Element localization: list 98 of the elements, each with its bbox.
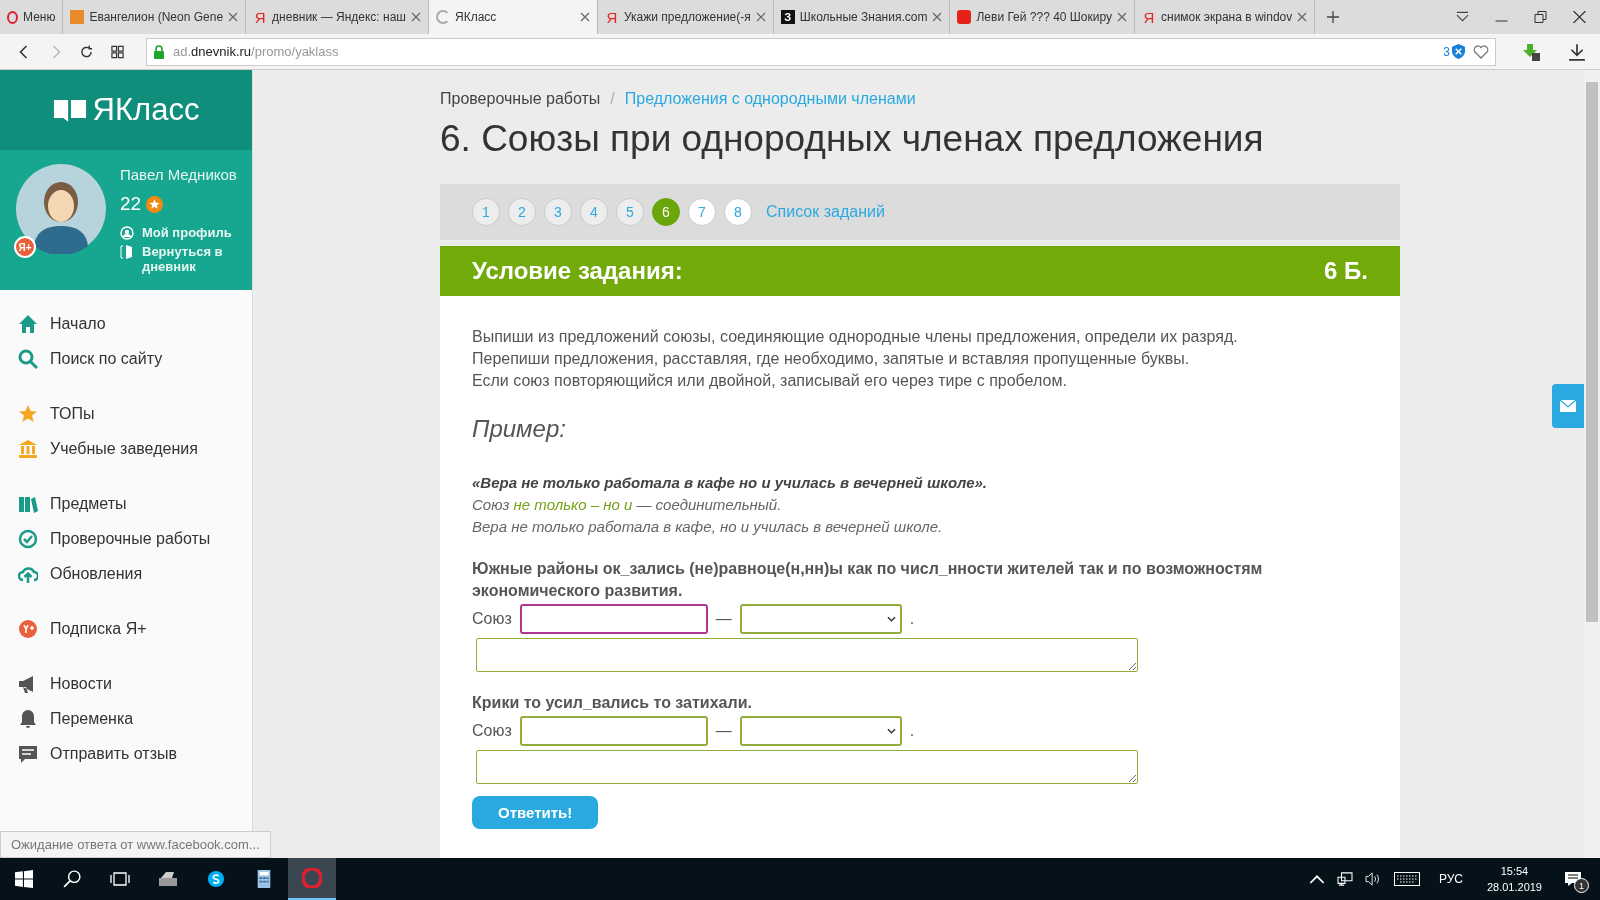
- dash-text: —: [715, 609, 732, 629]
- close-icon[interactable]: [1297, 12, 1308, 22]
- home-icon: [18, 313, 38, 334]
- book-icon: [52, 97, 87, 123]
- profile-icon: [120, 226, 134, 240]
- bell-icon: [18, 708, 38, 729]
- speaker-icon[interactable]: [1364, 872, 1381, 886]
- tracker-count: 3: [1443, 44, 1450, 59]
- download-icon[interactable]: [1568, 42, 1586, 61]
- letter-favicon-icon: З: [780, 10, 795, 24]
- scroll-thumb[interactable]: [1586, 82, 1598, 622]
- nav-item[interactable]: Новости: [18, 666, 252, 701]
- example-sentence: «Вера не только работала в кафе но и училась в вечерней школе».: [472, 473, 989, 493]
- chevron-down-icon: [886, 728, 896, 734]
- user-name: Павел Медников: [120, 166, 237, 183]
- condition-title: Условие задания:: [472, 257, 683, 285]
- feedback-mail-button[interactable]: [1552, 384, 1584, 428]
- envelope-icon: [1560, 400, 1576, 412]
- chat-icon: [18, 743, 38, 764]
- task-view-icon[interactable]: [110, 870, 130, 888]
- period-text: .: [909, 721, 915, 741]
- skype-icon[interactable]: [206, 870, 226, 888]
- language-indicator[interactable]: РУС: [1438, 872, 1463, 886]
- example-union-type: — соединительный.: [636, 496, 782, 513]
- play-favicon-icon: [957, 10, 972, 24]
- chevron-down-icon: [886, 616, 896, 622]
- exercise-sentence: Крики то усил_вались то затихали.: [472, 693, 753, 713]
- school-icon: [18, 438, 38, 459]
- example-union-label: Союз: [472, 496, 510, 513]
- status-tooltip: Ожидание ответа от www.facebook.com...: [0, 831, 271, 858]
- nav-item[interactable]: Предметы: [18, 486, 252, 521]
- heart-icon[interactable]: [1473, 44, 1489, 59]
- nav-item[interactable]: Переменка: [18, 701, 252, 736]
- close-icon[interactable]: [755, 12, 766, 22]
- tab-list-icon[interactable]: [1456, 11, 1469, 23]
- browser-tab[interactable]: ЯКласс: [428, 0, 598, 34]
- keyboard-icon[interactable]: [1392, 872, 1421, 886]
- condition-points: 6 Б.: [1324, 257, 1368, 285]
- example-answer: Вера не только работала в кафе, но и училась в вечерней школе.: [472, 517, 944, 537]
- extension-icon[interactable]: [1522, 42, 1540, 61]
- union-label: Союз: [472, 721, 512, 741]
- close-icon[interactable]: [410, 12, 421, 22]
- letter-favicon-icon: Я: [253, 10, 268, 24]
- close-icon[interactable]: [932, 12, 943, 22]
- dash-text: —: [715, 721, 732, 741]
- opera-logo-icon: [7, 10, 18, 24]
- nav-item[interactable]: Подписка Я+: [18, 611, 252, 646]
- opera-taskbar-button[interactable]: [288, 858, 336, 900]
- breadcrumb-separator: /: [610, 90, 615, 108]
- nav-item[interactable]: Поиск по сайту: [18, 341, 252, 376]
- address-bar[interactable]: ad.dnevnik.ru/promo/yaklass 3: [146, 37, 1496, 66]
- close-icon[interactable]: [579, 12, 590, 22]
- shield-icon[interactable]: [1452, 44, 1465, 59]
- search-icon[interactable]: [62, 870, 82, 888]
- nav-item[interactable]: Обновления: [18, 556, 252, 591]
- loading-icon: [435, 10, 450, 24]
- example-union: не только – но и: [513, 496, 633, 513]
- site-logo[interactable]: ЯКласс: [52, 92, 200, 128]
- check-icon: [18, 528, 38, 549]
- star-icon: [18, 403, 38, 424]
- instruction-text: Выпиши из предложений союзы, соединяющие однородные члены предложения, определи их разряд.: [472, 327, 1239, 347]
- notification-count: 1: [1574, 878, 1589, 893]
- nav-item[interactable]: Учебные заведения: [18, 431, 252, 466]
- close-icon[interactable]: [228, 12, 239, 22]
- scrollbar[interactable]: [1584, 70, 1600, 858]
- nav-item[interactable]: Начало: [18, 306, 252, 341]
- exercise-sentence: Южные районы ок_зались (не)равноце(н,нн)ы как по числ_нности жителей так и по возможностям экономического развития.: [472, 559, 1264, 601]
- instruction-text: Если союз повторяющийся или двойной, записывай его через тире с пробелом.: [472, 371, 1068, 391]
- points-count: 22: [120, 193, 142, 215]
- reload-icon[interactable]: [80, 44, 93, 59]
- instruction-text: Перепиши предложения, расставляя, где необходимо, запятые и вставляя пропущенные буквы.: [472, 349, 1191, 369]
- breadcrumb-item: Проверочные работы: [440, 90, 601, 108]
- speed-dial-icon[interactable]: [111, 44, 124, 59]
- union-label: Союз: [472, 609, 512, 629]
- nav-item[interactable]: ТОПы: [18, 396, 252, 431]
- subscription-badge: Я+: [14, 236, 36, 258]
- opera-logo-icon: [302, 868, 322, 888]
- new-tab-icon[interactable]: [1327, 11, 1340, 23]
- period-text: .: [909, 609, 915, 629]
- avatar-silhouette-icon: [16, 164, 106, 254]
- door-icon: [120, 245, 134, 259]
- clock[interactable]: 15:54 28.01.2019: [1486, 863, 1542, 895]
- page-title: 6. Союзы при однородных членах предложения: [440, 118, 1265, 160]
- union-input-field[interactable]: [519, 604, 708, 634]
- picture-favicon-icon: [70, 10, 85, 24]
- lock-icon: [153, 44, 165, 59]
- union-input-field[interactable]: [519, 716, 708, 746]
- network-icon[interactable]: [1336, 872, 1353, 886]
- letter-favicon-icon: Я: [604, 10, 619, 24]
- close-icon[interactable]: [1117, 12, 1128, 22]
- close-icon[interactable]: [1573, 11, 1586, 23]
- search-icon: [18, 348, 38, 369]
- letter-favicon-icon: Я: [1142, 10, 1157, 24]
- windows-start-icon[interactable]: [14, 870, 34, 888]
- nav-item[interactable]: Проверочные работы: [18, 521, 252, 556]
- nav-item[interactable]: Отправить отзыв: [18, 736, 252, 771]
- restore-icon[interactable]: [1534, 11, 1547, 23]
- example-heading: Пример:: [472, 418, 567, 440]
